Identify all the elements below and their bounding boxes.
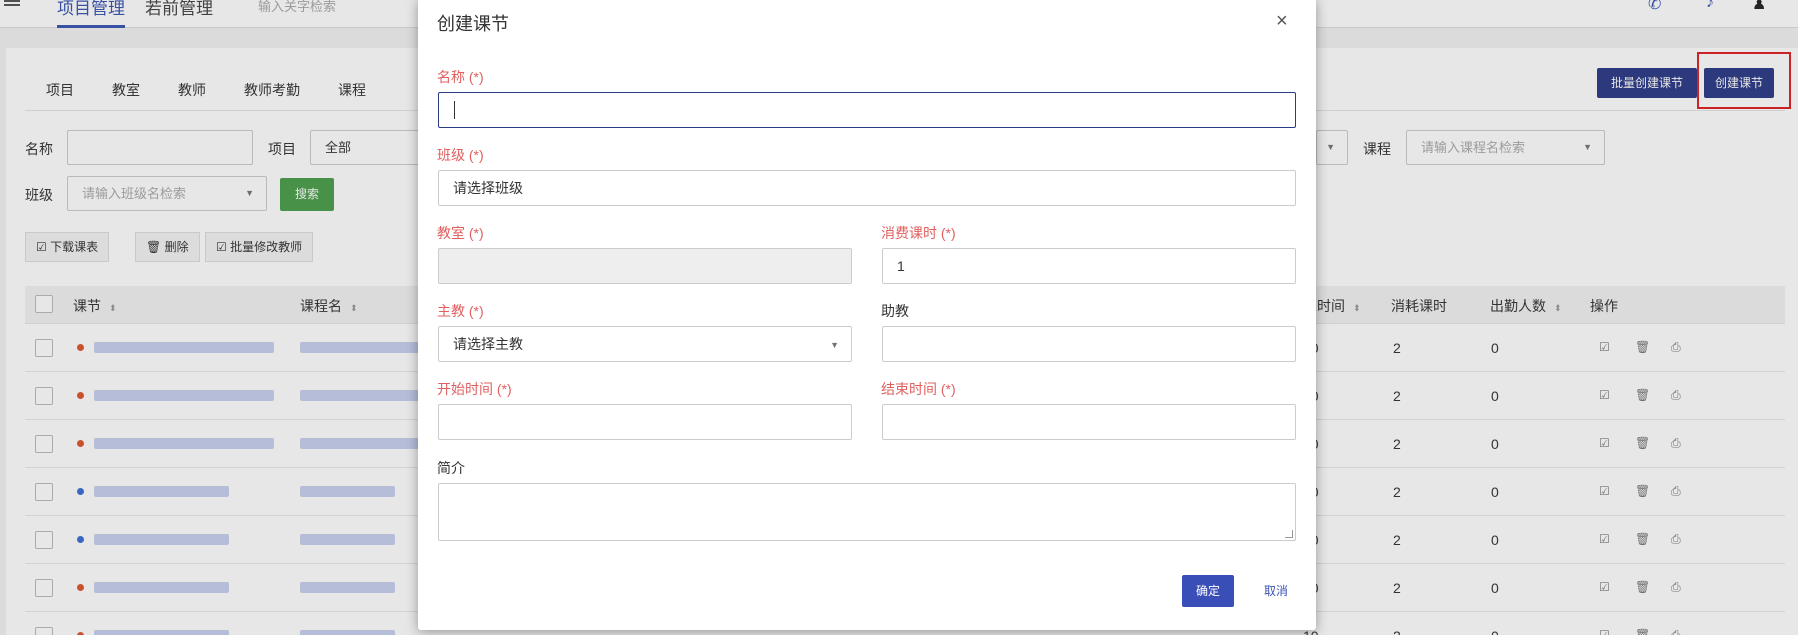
assistant-input[interactable]	[882, 326, 1296, 362]
assistant-label: 助教	[881, 303, 909, 319]
teacher-select[interactable]: 请选择主教 ▼	[438, 326, 852, 362]
classroom-label: 教室 (*)	[437, 225, 484, 241]
classroom-input	[438, 248, 852, 284]
class-select-value: 请选择班级	[453, 180, 523, 196]
teacher-select-value: 请选择主教	[453, 336, 523, 352]
class-label: 班级 (*)	[437, 147, 484, 163]
end-time-input[interactable]	[882, 404, 1296, 440]
hours-input[interactable]: 1	[882, 248, 1296, 284]
dialog-title: 创建课节	[437, 14, 509, 34]
chevron-down-icon: ▼	[830, 340, 839, 350]
resize-handle-icon[interactable]	[1285, 530, 1293, 538]
name-label: 名称 (*)	[437, 69, 484, 85]
name-input[interactable]	[438, 92, 1296, 128]
hours-label: 消费课时 (*)	[881, 225, 956, 241]
intro-textarea[interactable]	[438, 483, 1296, 541]
start-time-label: 开始时间 (*)	[437, 381, 512, 397]
teacher-label: 主教 (*)	[437, 303, 484, 319]
end-time-label: 结束时间 (*)	[881, 381, 956, 397]
text-cursor	[454, 101, 455, 119]
cancel-button[interactable]: 取消	[1256, 575, 1296, 607]
confirm-button[interactable]: 确定	[1182, 575, 1234, 607]
start-time-input[interactable]	[438, 404, 852, 440]
close-icon[interactable]: ×	[1276, 10, 1288, 33]
hours-value: 1	[897, 258, 905, 274]
create-lesson-dialog: 创建课节 × 名称 (*) 班级 (*) 请选择班级 教室 (*) 消费课时 (…	[418, 0, 1316, 630]
intro-label: 简介	[437, 460, 465, 476]
class-select[interactable]: 请选择班级	[438, 170, 1296, 206]
